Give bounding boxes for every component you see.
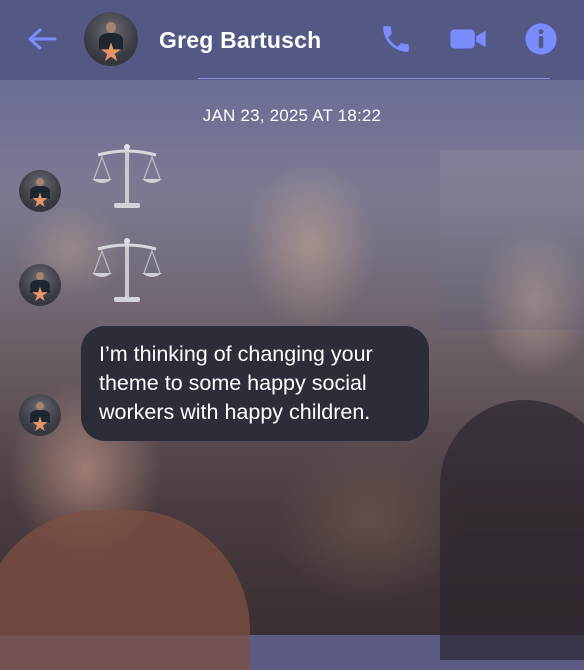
background-window (440, 150, 584, 330)
sender-avatar[interactable]: ★ (19, 394, 61, 436)
call-button[interactable] (379, 22, 413, 56)
message-bubble[interactable]: I’m thinking of changing your theme to s… (81, 326, 429, 441)
message-emoji[interactable] (92, 141, 162, 211)
message-emoji[interactable] (92, 235, 162, 305)
info-icon (525, 23, 557, 55)
info-button[interactable] (524, 22, 558, 56)
contact-avatar[interactable]: ★ (84, 12, 138, 66)
sender-avatar[interactable]: ★ (19, 264, 61, 306)
arrow-left-icon (28, 28, 57, 50)
back-button[interactable] (26, 26, 58, 52)
video-call-button[interactable] (449, 22, 486, 56)
contact-name[interactable]: Greg Bartusch (159, 27, 321, 54)
scales-icon (92, 238, 162, 302)
star-icon: ★ (31, 414, 49, 436)
star-icon: ★ (99, 36, 123, 66)
sender-avatar[interactable]: ★ (19, 170, 61, 212)
video-camera-icon (450, 29, 486, 49)
chat-header: ★ Greg Bartusch (0, 0, 584, 80)
message-timestamp: JAN 23, 2025 AT 18:22 (202, 106, 382, 125)
background-figure (440, 400, 584, 660)
header-divider (198, 78, 550, 79)
phone-icon (383, 26, 409, 52)
star-icon: ★ (31, 190, 49, 212)
star-icon: ★ (31, 284, 49, 306)
scales-icon (92, 144, 162, 208)
